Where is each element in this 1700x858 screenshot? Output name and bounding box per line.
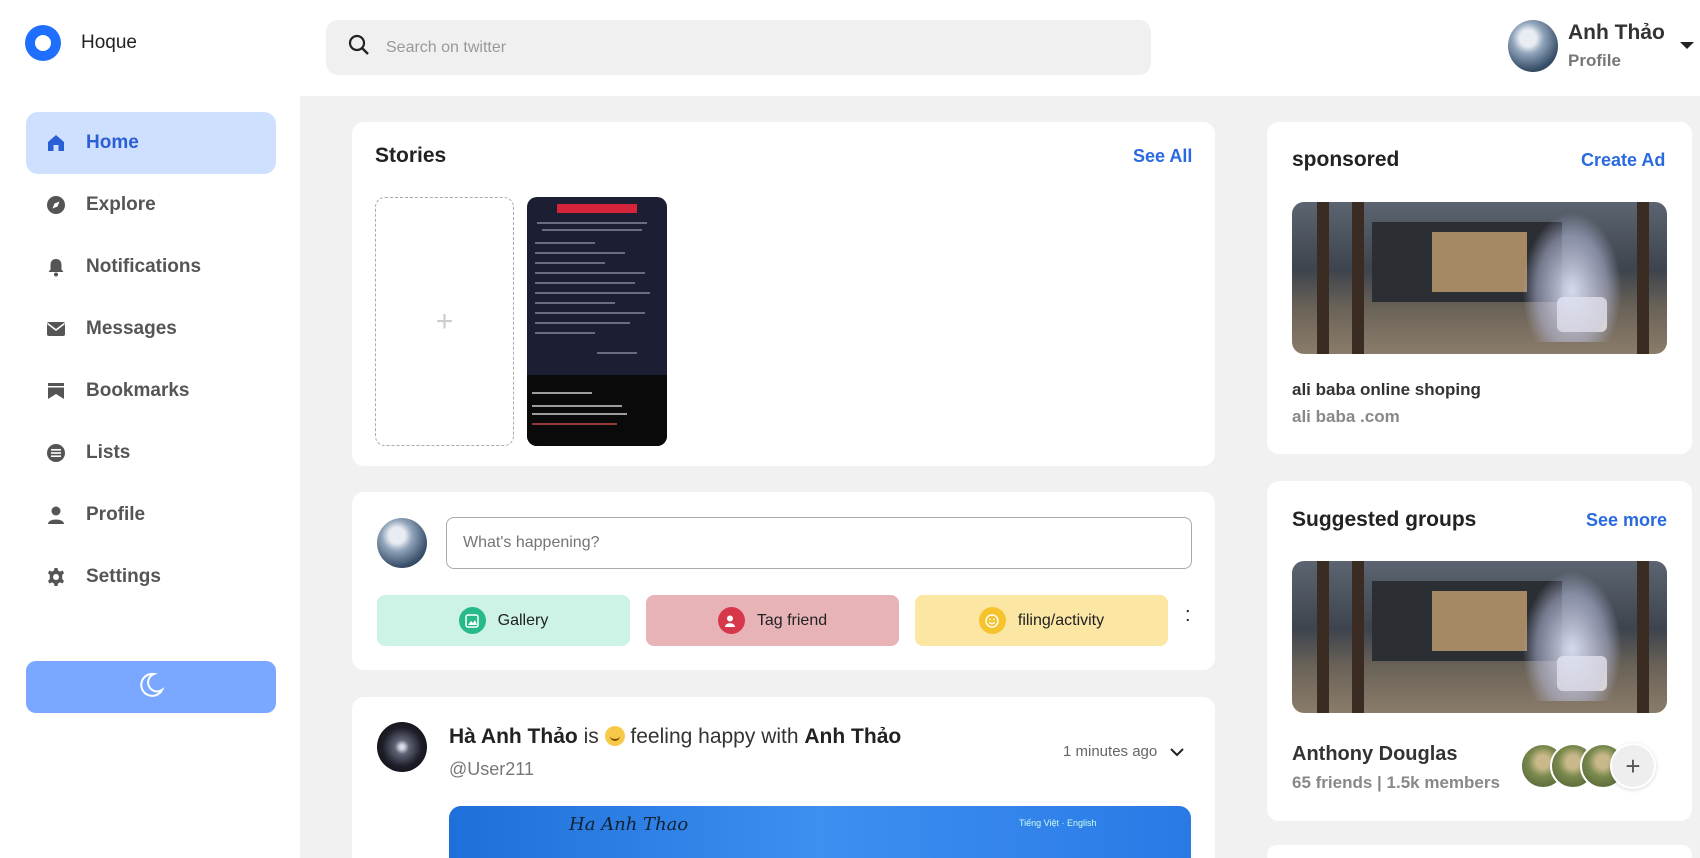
sidebar-item-profile[interactable]: Profile: [26, 484, 276, 546]
join-group-button[interactable]: +: [1610, 743, 1656, 789]
story-thumbnail[interactable]: [527, 197, 667, 446]
next-card: [1267, 845, 1692, 858]
sidebar-item-explore[interactable]: Explore: [26, 174, 276, 236]
add-story-button[interactable]: +: [375, 197, 514, 446]
suggested-groups-title: Suggested groups: [1292, 508, 1477, 531]
moon-icon: [137, 671, 165, 704]
gear-icon: [46, 567, 66, 587]
ad-image[interactable]: [1292, 202, 1667, 354]
list-icon: [46, 443, 66, 463]
sidebar: Hoque Home Explore Notifications Message…: [0, 0, 300, 858]
chevron-down-icon[interactable]: [1680, 42, 1694, 49]
logo-icon: [25, 25, 61, 61]
language-switch-image: Tiếng Việt · English: [1019, 818, 1097, 828]
sidebar-item-home[interactable]: Home: [26, 112, 276, 174]
feeling-activity-button[interactable]: filing/activity: [915, 595, 1168, 646]
see-all-link[interactable]: See All: [1133, 146, 1192, 167]
smile-icon: [978, 607, 1006, 634]
sidebar-item-bookmarks[interactable]: Bookmarks: [26, 360, 276, 422]
feeling-activity-label: filing/activity: [1017, 611, 1105, 629]
brand-logo[interactable]: Hoque: [25, 25, 137, 61]
plus-icon: +: [435, 304, 454, 338]
home-icon: [46, 133, 66, 153]
sidebar-item-label: Explore: [86, 194, 156, 215]
avatar[interactable]: [377, 518, 427, 568]
plus-icon: +: [1625, 750, 1641, 781]
create-ad-link[interactable]: Create Ad: [1581, 150, 1665, 171]
brand-name: Hoque: [81, 32, 137, 53]
bell-icon: [46, 257, 66, 277]
signature-image: Ha Anh Thao: [569, 814, 689, 835]
user-icon: [46, 505, 66, 525]
image-icon: [458, 607, 486, 634]
sponsored-card: sponsored Create Ad ali baba online shop…: [1267, 122, 1692, 454]
post-card: Hà Anh Thảo is feeling happy with Anh Th…: [352, 697, 1215, 858]
sidebar-nav: Home Explore Notifications Messages Book…: [26, 112, 276, 608]
sidebar-item-label: Profile: [86, 504, 146, 525]
sidebar-item-messages[interactable]: Messages: [26, 298, 276, 360]
group-meta: 65 friends | 1.5k members: [1292, 773, 1500, 792]
search-input[interactable]: [386, 38, 1146, 57]
sidebar-item-label: Bookmarks: [86, 380, 190, 401]
group-image[interactable]: [1292, 561, 1667, 713]
avatar[interactable]: [377, 722, 427, 772]
top-bar: Anh Thảo Profile: [300, 0, 1700, 96]
stories-title: Stories: [375, 144, 447, 167]
post-time-label: 1 minutes ago: [1063, 743, 1158, 760]
profile-name: Anh Thảo: [1568, 21, 1665, 44]
gallery-button[interactable]: Gallery: [377, 595, 630, 646]
tag-friend-label: Tag friend: [756, 611, 828, 629]
avatar[interactable]: [1508, 20, 1558, 72]
sidebar-item-label: Home: [86, 132, 139, 153]
post-timestamp: 1 minutes ago: [1063, 743, 1185, 760]
stories-card: Stories See All +: [352, 122, 1215, 466]
sidebar-item-label: Settings: [86, 566, 161, 587]
bookmark-icon: [46, 381, 66, 401]
post-header: Hà Anh Thảo is feeling happy with Anh Th…: [449, 725, 901, 749]
post-feeling: feeling happy with: [630, 725, 799, 748]
envelope-icon: [46, 319, 66, 339]
composer-card: Gallery Tag friend filing/activity :: [352, 492, 1215, 670]
profile-subtitle: Profile: [1568, 51, 1621, 70]
more-options-icon[interactable]: :: [1185, 604, 1191, 627]
tag-user-icon: [717, 607, 745, 634]
smiley-emoji-icon: [604, 726, 625, 746]
post-tagged-user[interactable]: Anh Thảo: [804, 725, 901, 748]
sidebar-item-label: Lists: [86, 442, 131, 463]
tag-friend-button[interactable]: Tag friend: [646, 595, 899, 646]
sidebar-item-lists[interactable]: Lists: [26, 422, 276, 484]
search-icon: [348, 34, 370, 61]
post-image[interactable]: Ha Anh Thao Tiếng Việt · English: [449, 806, 1191, 858]
sidebar-item-settings[interactable]: Settings: [26, 546, 276, 608]
post-handle: @User211: [449, 759, 534, 779]
search-bar[interactable]: [326, 20, 1151, 75]
sidebar-item-label: Notifications: [86, 256, 202, 277]
post-author[interactable]: Hà Anh Thảo: [449, 725, 578, 748]
ad-url: ali baba .com: [1292, 407, 1400, 426]
chevron-down-icon[interactable]: [1169, 747, 1185, 757]
suggested-groups-card: Suggested groups See more Anthony Dougla…: [1267, 481, 1692, 821]
gallery-label: Gallery: [497, 611, 549, 629]
see-more-link[interactable]: See more: [1586, 510, 1667, 531]
sidebar-item-label: Messages: [86, 318, 177, 339]
group-name[interactable]: Anthony Douglas: [1292, 743, 1458, 766]
profile-menu[interactable]: Anh Thảo Profile: [1508, 20, 1665, 72]
post-verb: is: [583, 725, 599, 748]
theme-toggle-button[interactable]: [26, 661, 276, 713]
ad-title[interactable]: ali baba online shoping: [1292, 380, 1481, 400]
sponsored-title: sponsored: [1292, 148, 1400, 171]
compose-input[interactable]: [446, 517, 1192, 569]
compass-icon: [46, 195, 66, 215]
sidebar-item-notifications[interactable]: Notifications: [26, 236, 276, 298]
